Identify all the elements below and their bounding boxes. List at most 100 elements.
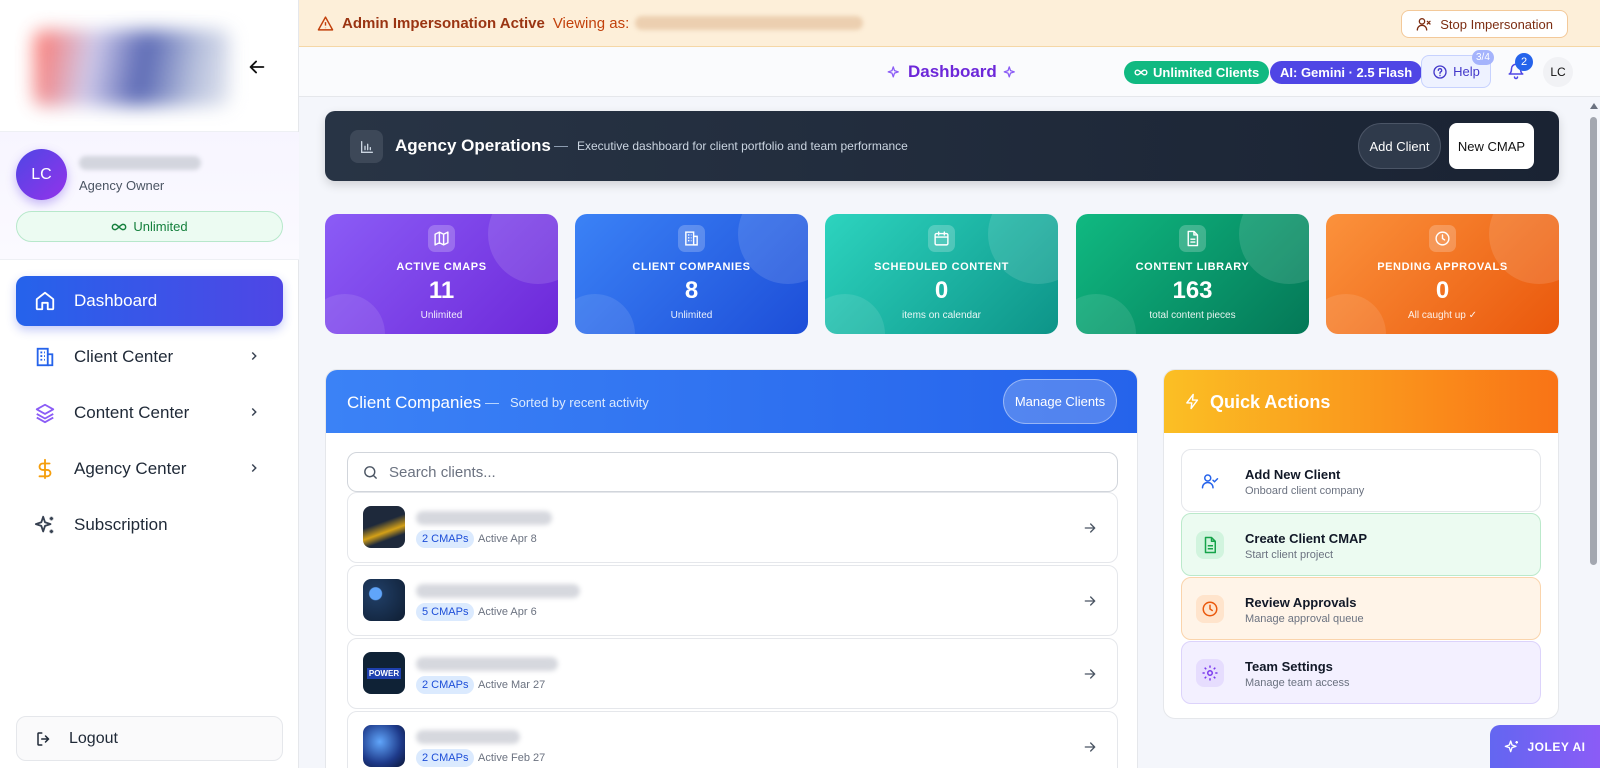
building-icon xyxy=(678,225,705,252)
lightning-icon xyxy=(1186,393,1199,410)
bar-chart-icon xyxy=(350,130,383,163)
quick-action-review-approvals[interactable]: Review Approvals Manage approval queue xyxy=(1181,577,1541,640)
main-content: Agency Operations — Executive dashboard … xyxy=(299,97,1587,768)
agency-operations-hero: Agency Operations — Executive dashboard … xyxy=(325,111,1559,181)
quick-action-add-client[interactable]: Add New Client Onboard client company xyxy=(1181,449,1541,512)
stat-sub: items on calendar xyxy=(902,310,981,321)
client-logo: POWER xyxy=(363,652,405,694)
ai-model-badge[interactable]: AI: Gemini · 2.5 Flash xyxy=(1270,61,1423,84)
client-row[interactable]: 5 CMAPs Active Apr 6 xyxy=(347,565,1118,636)
client-search[interactable] xyxy=(347,452,1118,492)
arrow-right-icon[interactable] xyxy=(1082,739,1098,755)
logout-icon xyxy=(37,731,50,746)
last-active: Active Feb 27 xyxy=(478,752,546,764)
unlimited-clients-badge: Unlimited Clients xyxy=(1124,61,1270,84)
arrow-right-icon[interactable] xyxy=(1082,593,1098,609)
sidebar-item-client-center[interactable]: Client Center xyxy=(16,332,283,382)
joley-ai-label: JOLEY AI xyxy=(1527,739,1586,754)
stat-card-content-library[interactable]: CONTENT LIBRARY 163 total content pieces xyxy=(1076,214,1309,334)
logout-button[interactable]: Logout xyxy=(16,716,283,761)
stat-sub: All caught up ✓ xyxy=(1408,310,1477,321)
page-title: Dashboard xyxy=(887,62,1018,82)
quick-action-sub: Onboard client company xyxy=(1245,485,1365,497)
scroll-up-arrow[interactable] xyxy=(1590,103,1598,109)
last-active: Active Mar 27 xyxy=(478,679,546,691)
quick-actions-header: Quick Actions xyxy=(1164,370,1558,433)
top-header: Dashboard Unlimited Clients AI: Gemini ·… xyxy=(299,47,1600,97)
stat-value: 163 xyxy=(1172,277,1213,304)
add-client-button[interactable]: Add Client xyxy=(1358,123,1441,169)
main-scrollbar[interactable] xyxy=(1587,97,1600,768)
client-logo xyxy=(363,579,405,621)
client-companies-title: Client Companies xyxy=(347,393,482,412)
avatar[interactable]: LC xyxy=(16,149,67,200)
impersonated-account-redacted xyxy=(635,16,864,30)
sparkle-icon xyxy=(1003,65,1015,77)
client-name-redacted xyxy=(416,730,520,744)
infinity-icon xyxy=(1134,69,1148,76)
client-row[interactable]: 2 CMAPs Active Feb 27 xyxy=(347,711,1118,768)
notification-count-badge: 2 xyxy=(1515,53,1533,71)
client-companies-panel: Client Companies — Sorted by recent acti… xyxy=(325,369,1138,768)
client-logo xyxy=(363,506,405,548)
agency-logo[interactable] xyxy=(34,30,230,106)
stat-label: CLIENT COMPANIES xyxy=(632,261,751,273)
sidebar-item-label: Agency Center xyxy=(74,459,187,478)
stat-cards: ACTIVE CMAPS 11 Unlimited CLIENT COMPANI… xyxy=(325,214,1559,334)
client-name-redacted xyxy=(416,511,552,525)
infinity-icon xyxy=(112,223,127,230)
collapse-sidebar-icon[interactable] xyxy=(246,56,268,78)
stat-card-active-cmaps[interactable]: ACTIVE CMAPS 11 Unlimited xyxy=(325,214,558,334)
page-title-text: Dashboard xyxy=(908,62,997,81)
stat-card-scheduled-content[interactable]: SCHEDULED CONTENT 0 items on calendar xyxy=(825,214,1058,334)
file-text-icon xyxy=(1196,531,1224,559)
logo-area xyxy=(0,0,298,132)
client-row[interactable]: 2 CMAPs Active Apr 8 xyxy=(347,492,1118,563)
client-companies-subtitle: Sorted by recent activity xyxy=(510,395,649,410)
plan-badge: Unlimited xyxy=(16,211,283,242)
quick-action-title: Review Approvals xyxy=(1245,595,1357,610)
clock-icon xyxy=(1196,595,1224,623)
stat-label: ACTIVE CMAPS xyxy=(396,261,487,273)
sidebar-item-label: Subscription xyxy=(74,515,168,534)
search-icon xyxy=(364,465,377,479)
quick-action-title: Team Settings xyxy=(1245,659,1333,674)
sidebar: LC Agency Owner Unlimited Dashboard Clie… xyxy=(0,0,299,768)
help-label: Help xyxy=(1453,64,1480,79)
quick-action-create-cmap[interactable]: Create Client CMAP Start client project xyxy=(1181,513,1541,576)
sidebar-item-agency-center[interactable]: Agency Center xyxy=(16,444,283,494)
impersonation-banner: Admin Impersonation Active Viewing as: S… xyxy=(299,0,1600,47)
quick-action-sub: Manage approval queue xyxy=(1245,613,1364,625)
scrollbar-thumb[interactable] xyxy=(1590,117,1597,565)
help-circle-icon xyxy=(1433,64,1447,79)
stat-card-client-companies[interactable]: CLIENT COMPANIES 8 Unlimited xyxy=(575,214,808,334)
arrow-right-icon[interactable] xyxy=(1082,520,1098,536)
file-icon xyxy=(1179,225,1206,252)
quick-action-title: Add New Client xyxy=(1245,467,1341,482)
unlimited-clients-label: Unlimited Clients xyxy=(1153,65,1260,80)
quick-action-team-settings[interactable]: Team Settings Manage team access xyxy=(1181,641,1541,704)
building-icon xyxy=(36,347,54,367)
user-check-icon xyxy=(1196,467,1224,495)
sidebar-item-dashboard[interactable]: Dashboard xyxy=(16,276,283,326)
header-avatar[interactable]: LC xyxy=(1543,57,1573,87)
sidebar-item-label: Client Center xyxy=(74,347,174,366)
chevron-right-icon xyxy=(251,407,257,417)
logout-label: Logout xyxy=(69,729,118,747)
ops-separator: — xyxy=(554,137,568,153)
quick-actions-title: Quick Actions xyxy=(1210,392,1331,412)
cmap-count-badge: 2 CMAPs xyxy=(416,749,475,767)
client-row[interactable]: POWER 2 CMAPs Active Mar 27 xyxy=(347,638,1118,709)
quick-actions-panel: Quick Actions Add New Client Onboard cli… xyxy=(1163,369,1559,719)
stat-card-pending-approvals[interactable]: PENDING APPROVALS 0 All caught up ✓ xyxy=(1326,214,1559,334)
sidebar-nav: Dashboard Client Center Content Center A… xyxy=(16,276,283,556)
new-cmap-button[interactable]: New CMAP xyxy=(1449,123,1534,169)
arrow-right-icon[interactable] xyxy=(1082,666,1098,682)
joley-ai-button[interactable]: JOLEY AI xyxy=(1490,725,1600,768)
sidebar-item-subscription[interactable]: Subscription xyxy=(16,500,283,550)
search-input[interactable] xyxy=(389,463,1089,481)
stop-impersonation-button[interactable]: Stop Impersonation xyxy=(1401,10,1568,38)
stat-label: CONTENT LIBRARY xyxy=(1135,261,1250,273)
sidebar-item-content-center[interactable]: Content Center xyxy=(16,388,283,438)
manage-clients-button[interactable]: Manage Clients xyxy=(1003,379,1117,424)
